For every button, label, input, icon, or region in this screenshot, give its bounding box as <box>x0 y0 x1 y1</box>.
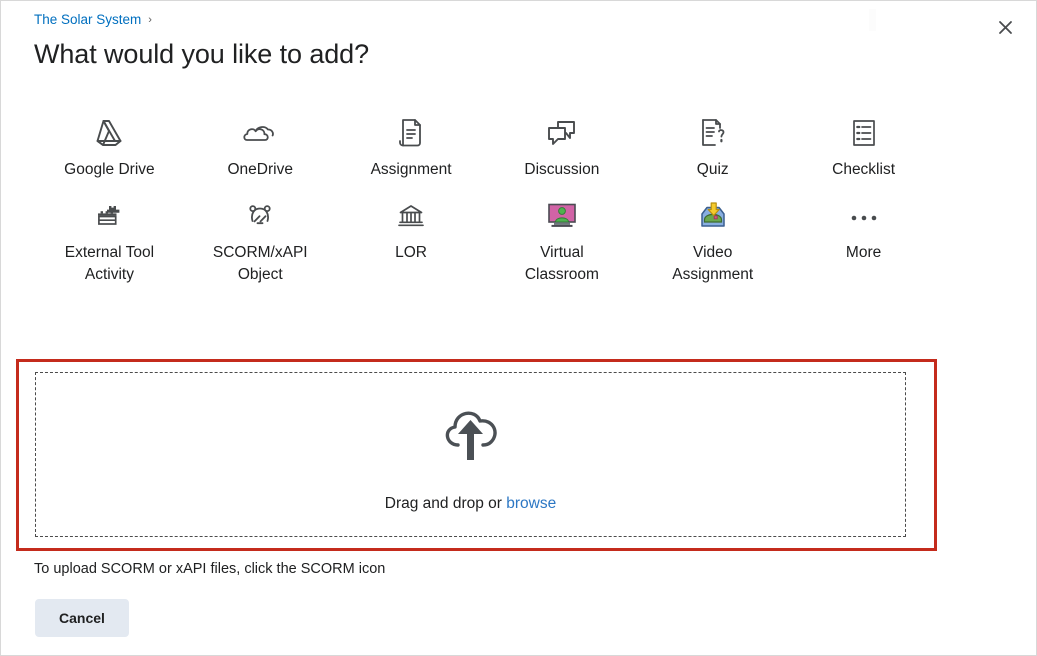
close-icon <box>998 20 1012 34</box>
render-artifact <box>869 9 876 31</box>
more-ellipsis-icon <box>848 196 880 236</box>
dropzone-text: Drag and drop or browse <box>385 495 556 513</box>
breadcrumb-link-course[interactable]: The Solar System <box>34 12 141 27</box>
discussion-bubbles-icon <box>545 113 579 153</box>
google-drive-icon <box>92 113 126 153</box>
tile-scorm-xapi-object[interactable]: SCORM/xAPI Object <box>185 190 336 295</box>
activity-type-grid: Google Drive OneDrive Assignment Discuss… <box>34 107 939 295</box>
tile-virtual-classroom[interactable]: Virtual Classroom <box>486 190 637 295</box>
page-title: What would you like to add? <box>34 39 369 69</box>
tile-label: SCORM/xAPI Object <box>212 244 308 283</box>
assignment-document-icon <box>396 113 426 153</box>
tile-google-drive[interactable]: Google Drive <box>34 107 185 190</box>
tile-label: More <box>845 244 882 262</box>
video-assignment-inbox-icon <box>698 196 728 236</box>
tile-onedrive[interactable]: OneDrive <box>185 107 336 190</box>
tile-label: Video Assignment <box>672 244 754 283</box>
tile-label: LOR <box>395 244 427 262</box>
tile-more[interactable]: More <box>788 190 939 295</box>
cancel-button[interactable]: Cancel <box>35 599 129 637</box>
tile-label: External Tool Activity <box>64 244 155 283</box>
tile-video-assignment[interactable]: Video Assignment <box>637 190 788 295</box>
browse-link[interactable]: browse <box>506 495 556 512</box>
add-activity-dialog: The Solar System › What would you like t… <box>0 0 1037 656</box>
tile-label: Virtual Classroom <box>524 244 599 283</box>
close-button[interactable] <box>990 12 1020 42</box>
tile-label: Discussion <box>524 161 600 178</box>
scorm-xapi-icon <box>245 196 275 236</box>
lor-building-icon <box>397 196 425 236</box>
breadcrumb: The Solar System › <box>34 12 152 27</box>
tile-label: Checklist <box>832 161 896 178</box>
onedrive-icon <box>242 113 278 153</box>
tile-assignment[interactable]: Assignment <box>336 107 487 190</box>
tile-label: Assignment <box>370 161 452 178</box>
tile-discussion[interactable]: Discussion <box>486 107 637 190</box>
tile-label: OneDrive <box>227 161 293 178</box>
tile-label: Quiz <box>696 161 729 178</box>
virtual-classroom-monitor-icon <box>546 196 578 236</box>
tile-lor[interactable]: LOR <box>336 190 487 295</box>
file-dropzone[interactable]: Drag and drop or browse <box>35 372 906 537</box>
tile-quiz[interactable]: Quiz <box>637 107 788 190</box>
checklist-icon <box>850 113 878 153</box>
dropzone-text-prefix: Drag and drop or <box>384 495 502 512</box>
tile-checklist[interactable]: Checklist <box>788 107 939 190</box>
tile-external-tool-activity[interactable]: External Tool Activity <box>34 190 185 295</box>
breadcrumb-separator-icon: › <box>148 13 152 26</box>
tile-label: Google Drive <box>64 161 155 178</box>
scorm-upload-hint: To upload SCORM or xAPI files, click the… <box>34 561 386 577</box>
external-tool-brick-icon <box>94 196 124 236</box>
cloud-upload-icon <box>433 396 509 477</box>
quiz-question-icon <box>697 113 729 153</box>
